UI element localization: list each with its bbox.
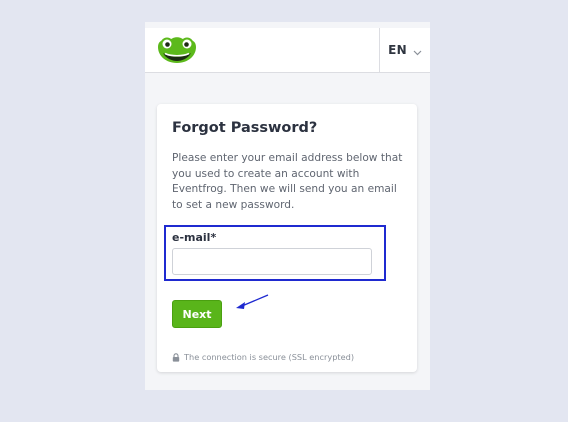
security-note-text: The connection is secure (SSL encrypted) — [184, 351, 355, 362]
email-label: e-mail* — [172, 231, 217, 244]
language-label: EN — [388, 43, 407, 57]
security-note: The connection is secure (SSL encrypted) — [172, 347, 354, 366]
page-title: Forgot Password? — [172, 120, 318, 136]
chevron-down-icon — [413, 41, 422, 60]
next-button[interactable]: Next — [172, 300, 222, 328]
lock-icon — [172, 347, 180, 366]
language-selector[interactable]: EN — [379, 28, 430, 72]
email-field[interactable] — [172, 248, 372, 275]
login-panel: EN Forgot Password? Please enter your em… — [145, 22, 430, 390]
instructions-text: Please enter your email address below th… — [172, 152, 403, 211]
forgot-password-card: Forgot Password? Please enter your email… — [157, 104, 417, 372]
frog-logo-icon[interactable] — [155, 34, 199, 66]
header-bar: EN — [145, 28, 430, 73]
